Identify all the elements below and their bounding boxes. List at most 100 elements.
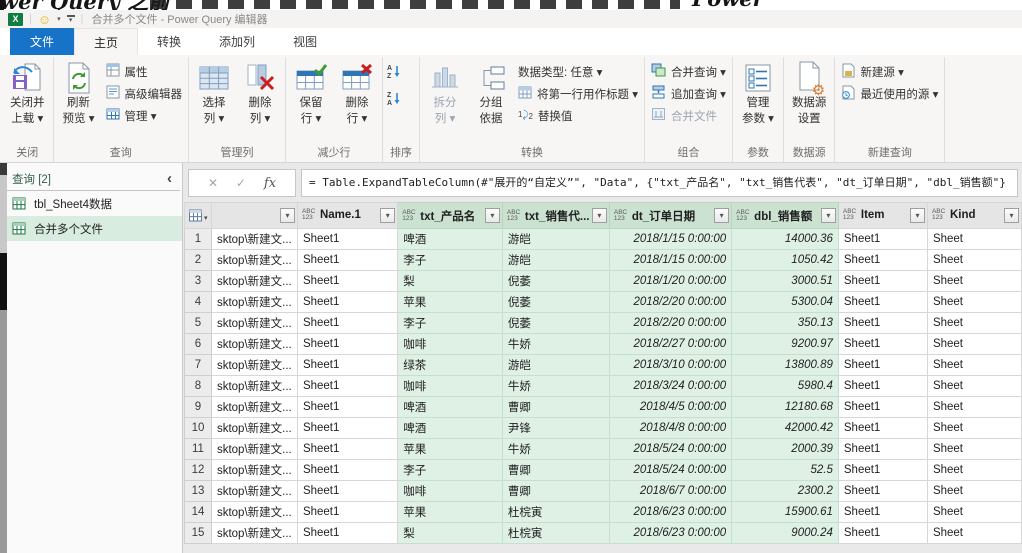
cell[interactable]: sktop\新建文... (211, 250, 297, 271)
replace-values-button[interactable]: 1⤸2 替换值 (515, 106, 641, 125)
row-number[interactable]: 15 (185, 523, 212, 544)
cell[interactable]: Sheet1 (297, 460, 397, 481)
cell[interactable]: Sheet1 (838, 397, 927, 418)
sort-ascending-button[interactable]: AZ (386, 63, 402, 84)
cell[interactable]: Sheet1 (297, 397, 397, 418)
cell[interactable]: 倪萎 (502, 313, 609, 334)
row-number[interactable]: 4 (185, 292, 212, 313)
cell[interactable]: 梨 (398, 523, 503, 544)
cell[interactable]: Sheet1 (297, 481, 397, 502)
filter-dropdown-icon[interactable]: ▾ (380, 208, 395, 223)
cell[interactable]: Sheet1 (297, 313, 397, 334)
cell[interactable]: 2018/5/24 0:00:00 (609, 460, 731, 481)
cell[interactable]: 5300.04 (732, 292, 839, 313)
cell[interactable]: Sheet1 (838, 271, 927, 292)
manage-button[interactable]: 管理 ▾ (103, 106, 186, 125)
cell[interactable]: 苹果 (398, 292, 503, 313)
cell[interactable]: 游皑 (502, 229, 609, 250)
tab-file[interactable]: 文件 (10, 28, 74, 55)
cell[interactable]: Sheet (927, 313, 1021, 334)
cell[interactable]: 350.13 (732, 313, 839, 334)
keep-rows-button[interactable]: 保留 行 ▾ (289, 57, 333, 145)
cell[interactable]: sktop\新建文... (211, 523, 297, 544)
cell[interactable]: 2018/1/15 0:00:00 (609, 250, 731, 271)
cell[interactable]: Sheet1 (297, 355, 397, 376)
cell[interactable]: 2018/4/5 0:00:00 (609, 397, 731, 418)
filter-dropdown-icon[interactable]: ▾ (592, 208, 607, 223)
close-and-load-button[interactable]: 关闭并 上载 ▾ (5, 57, 50, 145)
cell[interactable]: 李子 (398, 250, 503, 271)
cell[interactable]: 杜梡寅 (502, 502, 609, 523)
cell[interactable]: Sheet1 (838, 313, 927, 334)
cell[interactable]: sktop\新建文... (211, 271, 297, 292)
row-number[interactable]: 8 (185, 376, 212, 397)
filter-dropdown-icon[interactable]: ▾ (714, 208, 729, 223)
filter-dropdown-icon[interactable]: ▾ (821, 208, 836, 223)
cell[interactable]: 2018/4/8 0:00:00 (609, 418, 731, 439)
refresh-preview-button[interactable]: 刷新 预览 ▾ (57, 57, 101, 145)
cell[interactable]: 2018/1/20 0:00:00 (609, 271, 731, 292)
cell[interactable]: Sheet1 (838, 334, 927, 355)
cell[interactable]: 2018/3/10 0:00:00 (609, 355, 731, 376)
collapse-pane-icon[interactable]: ‹ (167, 172, 172, 186)
cell[interactable]: 牛娇 (502, 376, 609, 397)
cell[interactable]: Sheet (927, 376, 1021, 397)
advanced-editor-button[interactable]: 高级编辑器 (103, 84, 186, 103)
cell[interactable]: Sheet1 (838, 481, 927, 502)
row-number[interactable]: 5 (185, 313, 212, 334)
row-number[interactable]: 1 (185, 229, 212, 250)
row-number[interactable]: 2 (185, 250, 212, 271)
cell[interactable]: Sheet (927, 355, 1021, 376)
cell[interactable]: 15900.61 (732, 502, 839, 523)
row-number[interactable]: 3 (185, 271, 212, 292)
row-number[interactable]: 10 (185, 418, 212, 439)
row-number[interactable]: 9 (185, 397, 212, 418)
cell[interactable]: 2018/2/20 0:00:00 (609, 313, 731, 334)
remove-rows-button[interactable]: 删除 行 ▾ (335, 57, 379, 145)
append-queries-button[interactable]: 追加查询 ▾ (648, 84, 729, 103)
cell[interactable]: 梨 (398, 271, 503, 292)
cell[interactable]: 倪萎 (502, 271, 609, 292)
combine-files-button[interactable]: 合并文件 (648, 106, 729, 125)
cell[interactable]: 12180.68 (732, 397, 839, 418)
data-source-settings-button[interactable]: ⚙ 数据源 设置 (787, 57, 832, 145)
filter-dropdown-icon[interactable]: ▾ (1004, 208, 1019, 223)
cell[interactable]: Sheet1 (838, 523, 927, 544)
merge-queries-button[interactable]: 合并查询 ▾ (648, 62, 729, 81)
cell[interactable]: 2018/3/24 0:00:00 (609, 376, 731, 397)
cell[interactable]: 咖啡 (398, 481, 503, 502)
cell[interactable]: Sheet (927, 481, 1021, 502)
cell[interactable]: 14000.36 (732, 229, 839, 250)
sort-descending-button[interactable]: ZA (386, 90, 402, 111)
column-header[interactable]: ▾ (211, 203, 297, 229)
select-all-button[interactable]: ▾ (185, 203, 212, 229)
row-number[interactable]: 6 (185, 334, 212, 355)
cell[interactable]: 3000.51 (732, 271, 839, 292)
cell[interactable]: 2018/1/15 0:00:00 (609, 229, 731, 250)
cell[interactable]: Sheet1 (297, 439, 397, 460)
cell[interactable]: Sheet (927, 271, 1021, 292)
cell[interactable]: sktop\新建文... (211, 460, 297, 481)
customize-toolbar-icon[interactable]: ▾ (67, 15, 75, 23)
query-item[interactable]: 合并多个文件 (0, 216, 182, 241)
data-type-button[interactable]: 数据类型: 任意 ▾ (515, 62, 641, 81)
cell[interactable]: sktop\新建文... (211, 418, 297, 439)
cell[interactable]: Sheet1 (297, 376, 397, 397)
filter-dropdown-icon[interactable]: ▾ (280, 208, 295, 223)
cancel-icon[interactable]: ✕ (208, 176, 218, 190)
cell[interactable]: Sheet1 (838, 502, 927, 523)
cell[interactable]: 9000.24 (732, 523, 839, 544)
cell[interactable]: 李子 (398, 313, 503, 334)
cell[interactable]: Sheet (927, 523, 1021, 544)
row-number[interactable]: 14 (185, 502, 212, 523)
cell[interactable]: Sheet1 (297, 502, 397, 523)
cell[interactable]: Sheet1 (297, 229, 397, 250)
cell[interactable]: 曹卿 (502, 397, 609, 418)
cell[interactable]: 2018/6/7 0:00:00 (609, 481, 731, 502)
fx-icon[interactable]: fx (264, 176, 276, 191)
column-header[interactable]: ABC123Item▾ (838, 203, 927, 229)
tab-add-column[interactable]: 添加列 (200, 28, 274, 55)
cell[interactable]: sktop\新建文... (211, 439, 297, 460)
cell[interactable]: 1050.42 (732, 250, 839, 271)
split-column-button[interactable]: 拆分 列 ▾ (423, 57, 467, 145)
